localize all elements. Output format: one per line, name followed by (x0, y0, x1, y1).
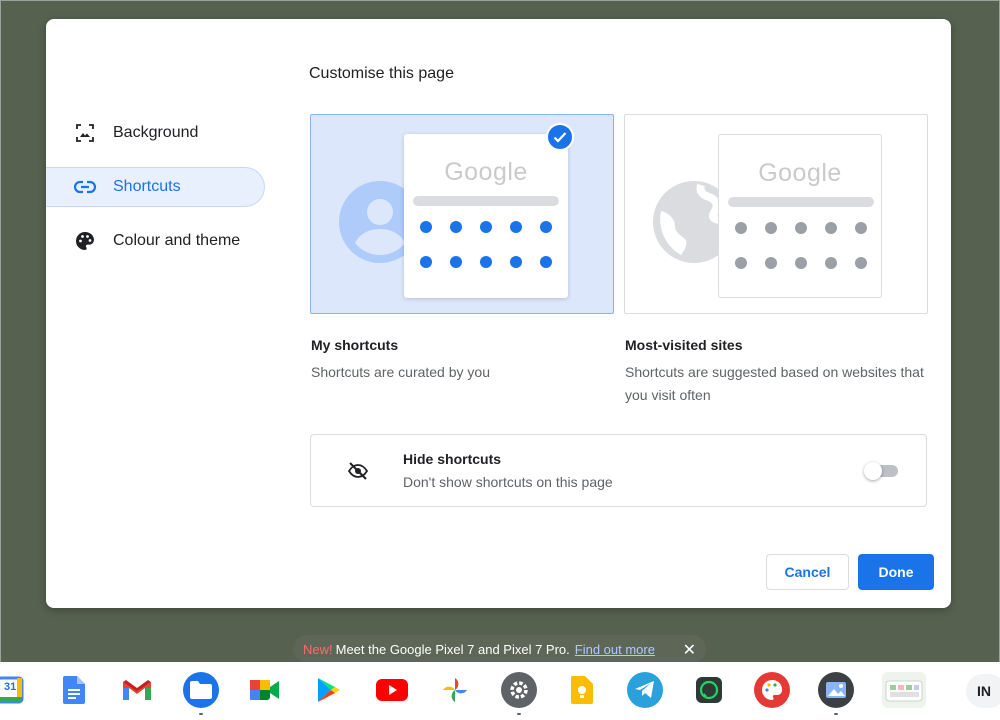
cancel-button[interactable]: Cancel (766, 554, 849, 590)
calendar-day: 31 (4, 681, 17, 693)
palette-icon (74, 230, 96, 252)
preview-searchbar (413, 196, 559, 206)
docs-app-icon[interactable] (56, 672, 92, 708)
calendar-app-icon[interactable]: 31 (0, 672, 28, 708)
shortcut-dot (540, 221, 552, 233)
shortcut-dot (795, 222, 807, 234)
shortcut-dot (450, 256, 462, 268)
shortcut-dot (510, 221, 522, 233)
nav-item-shortcuts[interactable]: Shortcuts (46, 167, 265, 207)
shortcut-dot (510, 256, 522, 268)
find-out-more-link[interactable]: Find out more (575, 642, 655, 657)
shortcut-dot (480, 256, 492, 268)
running-indicator (517, 713, 521, 715)
nav-item-label: Shortcuts (113, 178, 181, 195)
checkmark-icon (546, 123, 574, 151)
shortcuts-preview: Google (404, 134, 568, 298)
youtube-app-icon[interactable] (374, 672, 410, 708)
promo-notification: New! Meet the Google Pixel 7 and Pixel 7… (293, 635, 706, 663)
shortcut-dot (765, 222, 777, 234)
preview-shortcut-row (420, 256, 552, 268)
hide-shortcuts-toggle[interactable] (864, 462, 900, 480)
shortcut-dot (450, 221, 462, 233)
whatsapp-app-icon[interactable] (691, 672, 727, 708)
preview-shortcut-row (735, 222, 867, 234)
shortcut-dot (795, 257, 807, 269)
promo-new-label: New! (303, 641, 333, 657)
nav-item-background[interactable]: Background (46, 113, 265, 153)
hide-shortcuts-description: Don't show shortcuts on this page (403, 474, 613, 490)
preview-shortcut-row (735, 257, 867, 269)
nav-item-label: Colour and theme (113, 232, 241, 249)
shortcut-dot (855, 257, 867, 269)
most-visited-card[interactable]: Google (624, 114, 928, 314)
settings-app-icon[interactable] (501, 672, 537, 715)
nav-item-colour-and-theme[interactable]: Colour and theme (46, 221, 265, 261)
files-app-icon[interactable] (183, 672, 219, 715)
running-indicator (834, 713, 838, 715)
telegram-app-icon[interactable] (627, 672, 663, 708)
gallery-app-icon[interactable] (818, 672, 854, 715)
visibility-off-icon (347, 462, 369, 480)
promo-text: Meet the Google Pixel 7 and Pixel 7 Pro. (335, 641, 570, 657)
most-visited-description: Shortcuts are suggested based on website… (625, 364, 924, 403)
most-visited-title: Most-visited sites (625, 337, 743, 353)
my-shortcuts-card[interactable]: Google (310, 114, 614, 314)
gmail-app-icon[interactable] (119, 672, 155, 708)
nav-item-label: Background (113, 124, 199, 141)
input-method-indicator[interactable]: IN (966, 674, 1000, 708)
other-app-icon[interactable] (882, 672, 926, 708)
shortcut-dot (825, 222, 837, 234)
paint-app-icon[interactable] (754, 672, 790, 708)
close-icon[interactable]: ✕ (683, 640, 696, 660)
shortcut-dot (480, 221, 492, 233)
preview-logo: Google (758, 159, 842, 187)
preview-logo: Google (444, 158, 528, 186)
customise-dialog: Customise this page Background Shortcuts… (46, 19, 951, 608)
my-shortcuts-title: My shortcuts (311, 337, 399, 353)
keep-app-icon[interactable] (564, 672, 600, 708)
toggle-knob (864, 462, 882, 480)
most-visited-preview: Google (718, 134, 882, 298)
preview-searchbar (728, 197, 874, 207)
preview-shortcut-row (420, 221, 552, 233)
shortcut-dot (855, 222, 867, 234)
play-store-app-icon[interactable] (311, 672, 347, 708)
image-icon (74, 122, 96, 144)
done-button[interactable]: Done (858, 554, 934, 590)
hide-shortcuts-row[interactable]: Hide shortcuts Don't show shortcuts on t… (310, 434, 927, 507)
shortcut-dot (735, 222, 747, 234)
meet-app-icon[interactable] (247, 672, 283, 708)
shortcut-dot (540, 256, 552, 268)
running-indicator (199, 713, 203, 715)
shortcut-dot (825, 257, 837, 269)
photos-app-icon[interactable] (437, 672, 473, 708)
dialog-title: Customise this page (309, 65, 454, 82)
shelf: 31 IN (0, 662, 1000, 720)
shortcut-dot (735, 257, 747, 269)
my-shortcuts-description: Shortcuts are curated by you (311, 364, 490, 380)
hide-shortcuts-title: Hide shortcuts (403, 451, 502, 467)
shortcut-dot (420, 221, 432, 233)
shortcut-dot (765, 257, 777, 269)
shortcut-dot (420, 256, 432, 268)
link-icon (74, 176, 96, 198)
